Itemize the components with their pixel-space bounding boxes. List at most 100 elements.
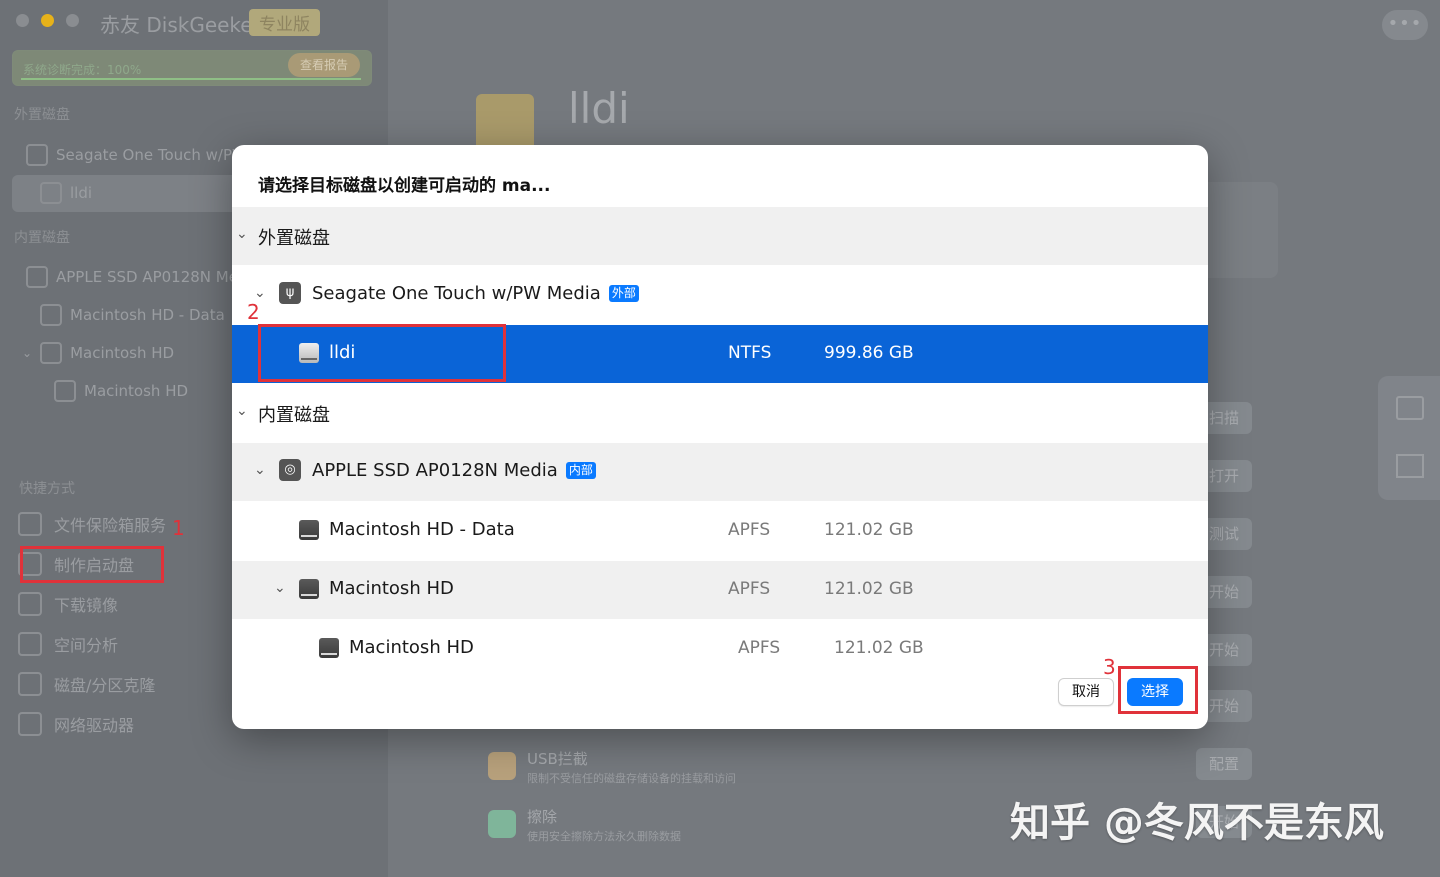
chevron-down-icon[interactable]: ⌄ (236, 403, 248, 419)
usb-drive-icon (26, 144, 48, 166)
annotation-number-2: 2 (247, 300, 260, 324)
document-lock-icon (18, 512, 42, 536)
shortcut-label: 磁盘/分区克隆 (54, 676, 156, 695)
sidebar-item-label: lldi (70, 184, 93, 202)
section-label: 外置磁盘 (258, 228, 330, 249)
external-disks-label: 外置磁盘 (14, 107, 70, 123)
select-target-disk-dialog: 请选择目标磁盘以创建可启动的 ma... ⌄ 外置磁盘 ⌄ ψ Seagate … (232, 145, 1208, 729)
eject-icon[interactable] (1396, 454, 1424, 478)
feature-title: USB拦截 (527, 750, 588, 768)
sidebar-item-macintosh-hd-data[interactable]: Macintosh HD - Data (40, 304, 225, 326)
section-label: 内置磁盘 (258, 405, 330, 426)
sidebar-item-apple-ssd[interactable]: APPLE SSD AP0128N Me (26, 266, 238, 288)
internal-disks-label: 内置磁盘 (14, 230, 70, 246)
volume-row-macintosh-hd-snapshot[interactable]: Macintosh HD APFS 121.02 GB (232, 620, 1208, 678)
volume-size: 121.02 GB (824, 520, 914, 540)
download-icon (18, 592, 42, 616)
right-toolbar (1378, 376, 1440, 500)
sidebar-item-macintosh-hd-snapshot[interactable]: Macintosh HD (54, 380, 188, 402)
external-tag: 外部 (608, 285, 639, 302)
drive-label: Seagate One Touch w/PW Media 外部 (312, 283, 639, 304)
volume-icon (299, 520, 319, 540)
edition-badge: 专业版 (249, 9, 320, 36)
configure-button[interactable]: 配置 (1196, 748, 1252, 780)
volume-icon (40, 182, 62, 204)
internal-tag: 内部 (565, 462, 596, 479)
section-row-external[interactable]: ⌄ 外置磁盘 (232, 207, 1208, 265)
chevron-down-icon[interactable]: ⌄ (254, 285, 266, 301)
feature-usb-block: USB拦截 限制不受信任的磁盘存储设备的挂载和访问 (470, 744, 1278, 796)
volume-filesystem: APFS (738, 638, 781, 658)
sidebar-item-label: Macintosh HD (84, 382, 189, 400)
network-icon (18, 712, 42, 736)
cancel-button[interactable]: 取消 (1058, 678, 1114, 706)
volume-filesystem: APFS (728, 520, 771, 540)
analysis-icon (18, 632, 42, 656)
sidebar-item-label: Seagate One Touch w/PW (56, 146, 247, 164)
feature-title: 擦除 (527, 808, 558, 826)
dialog-title: 请选择目标磁盘以创建可启动的 ma... (258, 176, 551, 196)
annotation-number-3: 3 (1103, 655, 1116, 679)
volume-icon (54, 380, 76, 402)
annotation-number-1: 1 (172, 516, 185, 540)
sidebar-item-macintosh-hd[interactable]: ⌄ Macintosh HD (22, 342, 174, 364)
chevron-down-icon[interactable]: ⌄ (254, 462, 266, 478)
more-options-button[interactable]: ••• (1382, 10, 1428, 40)
chevron-down-icon[interactable]: ⌄ (22, 346, 32, 360)
eraser-icon (488, 810, 516, 838)
diagnosis-status: 系统诊断完成：100% (23, 63, 142, 77)
volume-label: Macintosh HD - Data (329, 519, 515, 540)
usb-icon: ψ (279, 282, 301, 304)
drive-row-seagate[interactable]: ⌄ ψ Seagate One Touch w/PW Media 外部 (232, 266, 1208, 324)
sidebar-item-lldi[interactable]: lldi (40, 182, 92, 204)
open-folder-icon[interactable] (1396, 396, 1424, 420)
shortcut-label: 下载镜像 (54, 596, 119, 615)
view-report-button[interactable]: 查看报告 (288, 53, 360, 77)
sidebar-item-label: Macintosh HD (70, 344, 175, 362)
volume-filesystem: NTFS (728, 343, 772, 363)
drive-row-apple-ssd[interactable]: ⌄ ◎ APPLE SSD AP0128N Media 内部 (232, 443, 1208, 501)
volume-size: 121.02 GB (824, 579, 914, 599)
zoom-window-button[interactable] (66, 14, 79, 27)
shortcut-clone[interactable]: 磁盘/分区克隆 (18, 672, 155, 696)
clone-icon (18, 672, 42, 696)
volume-size: 999.86 GB (824, 343, 914, 363)
feature-description: 使用安全擦除方法永久删除数据 (527, 830, 681, 843)
volume-label: Macintosh HD (329, 578, 454, 599)
chevron-down-icon[interactable]: ⌄ (236, 226, 248, 242)
app-title: 赤友 DiskGeeker (100, 13, 261, 37)
shortcut-label: 网络驱动器 (54, 716, 135, 735)
close-window-button[interactable] (16, 14, 29, 27)
usb-block-icon (488, 752, 516, 780)
minimize-window-button[interactable] (41, 14, 54, 27)
volume-icon (40, 342, 63, 364)
shortcut-label: 空间分析 (54, 636, 119, 655)
volume-size: 121.02 GB (834, 638, 924, 658)
watermark: 知乎 @冬风不是东风 (1010, 800, 1384, 846)
volume-filesystem: APFS (728, 579, 771, 599)
internal-drive-icon: ◎ (279, 459, 301, 481)
annotation-box-3 (1118, 666, 1198, 714)
volume-label: Macintosh HD (349, 637, 474, 658)
volume-icon (40, 304, 62, 326)
volume-icon (319, 638, 339, 658)
shortcut-label: 文件保险箱服务 (54, 516, 167, 535)
volume-row-macintosh-hd[interactable]: ⌄ Macintosh HD APFS 121.02 GB (232, 561, 1208, 619)
sidebar-item-label: APPLE SSD AP0128N Me (56, 268, 238, 286)
shortcut-filevault[interactable]: 文件保险箱服务 (18, 512, 166, 536)
shortcuts-label: 快捷方式 (19, 481, 75, 497)
chevron-down-icon[interactable]: ⌄ (274, 580, 286, 596)
shortcut-space-analysis[interactable]: 空间分析 (18, 632, 118, 656)
shortcut-network-drive[interactable]: 网络驱动器 (18, 712, 134, 736)
drive-label: APPLE SSD AP0128N Media 内部 (312, 460, 596, 481)
sidebar-item-label: Macintosh HD - Data (70, 306, 225, 324)
feature-description: 限制不受信任的磁盘存储设备的挂载和访问 (527, 772, 736, 785)
diagnosis-progress-bar (21, 78, 361, 80)
annotation-box-2 (258, 324, 506, 382)
volume-row-macintosh-hd-data[interactable]: Macintosh HD - Data APFS 121.02 GB (232, 502, 1208, 560)
sidebar-item-seagate[interactable]: Seagate One Touch w/PW (26, 144, 247, 166)
annotation-box-1 (20, 546, 164, 583)
shortcut-download-image[interactable]: 下载镜像 (18, 592, 118, 616)
section-row-internal[interactable]: ⌄ 内置磁盘 (232, 384, 1208, 442)
volume-icon (299, 579, 319, 599)
